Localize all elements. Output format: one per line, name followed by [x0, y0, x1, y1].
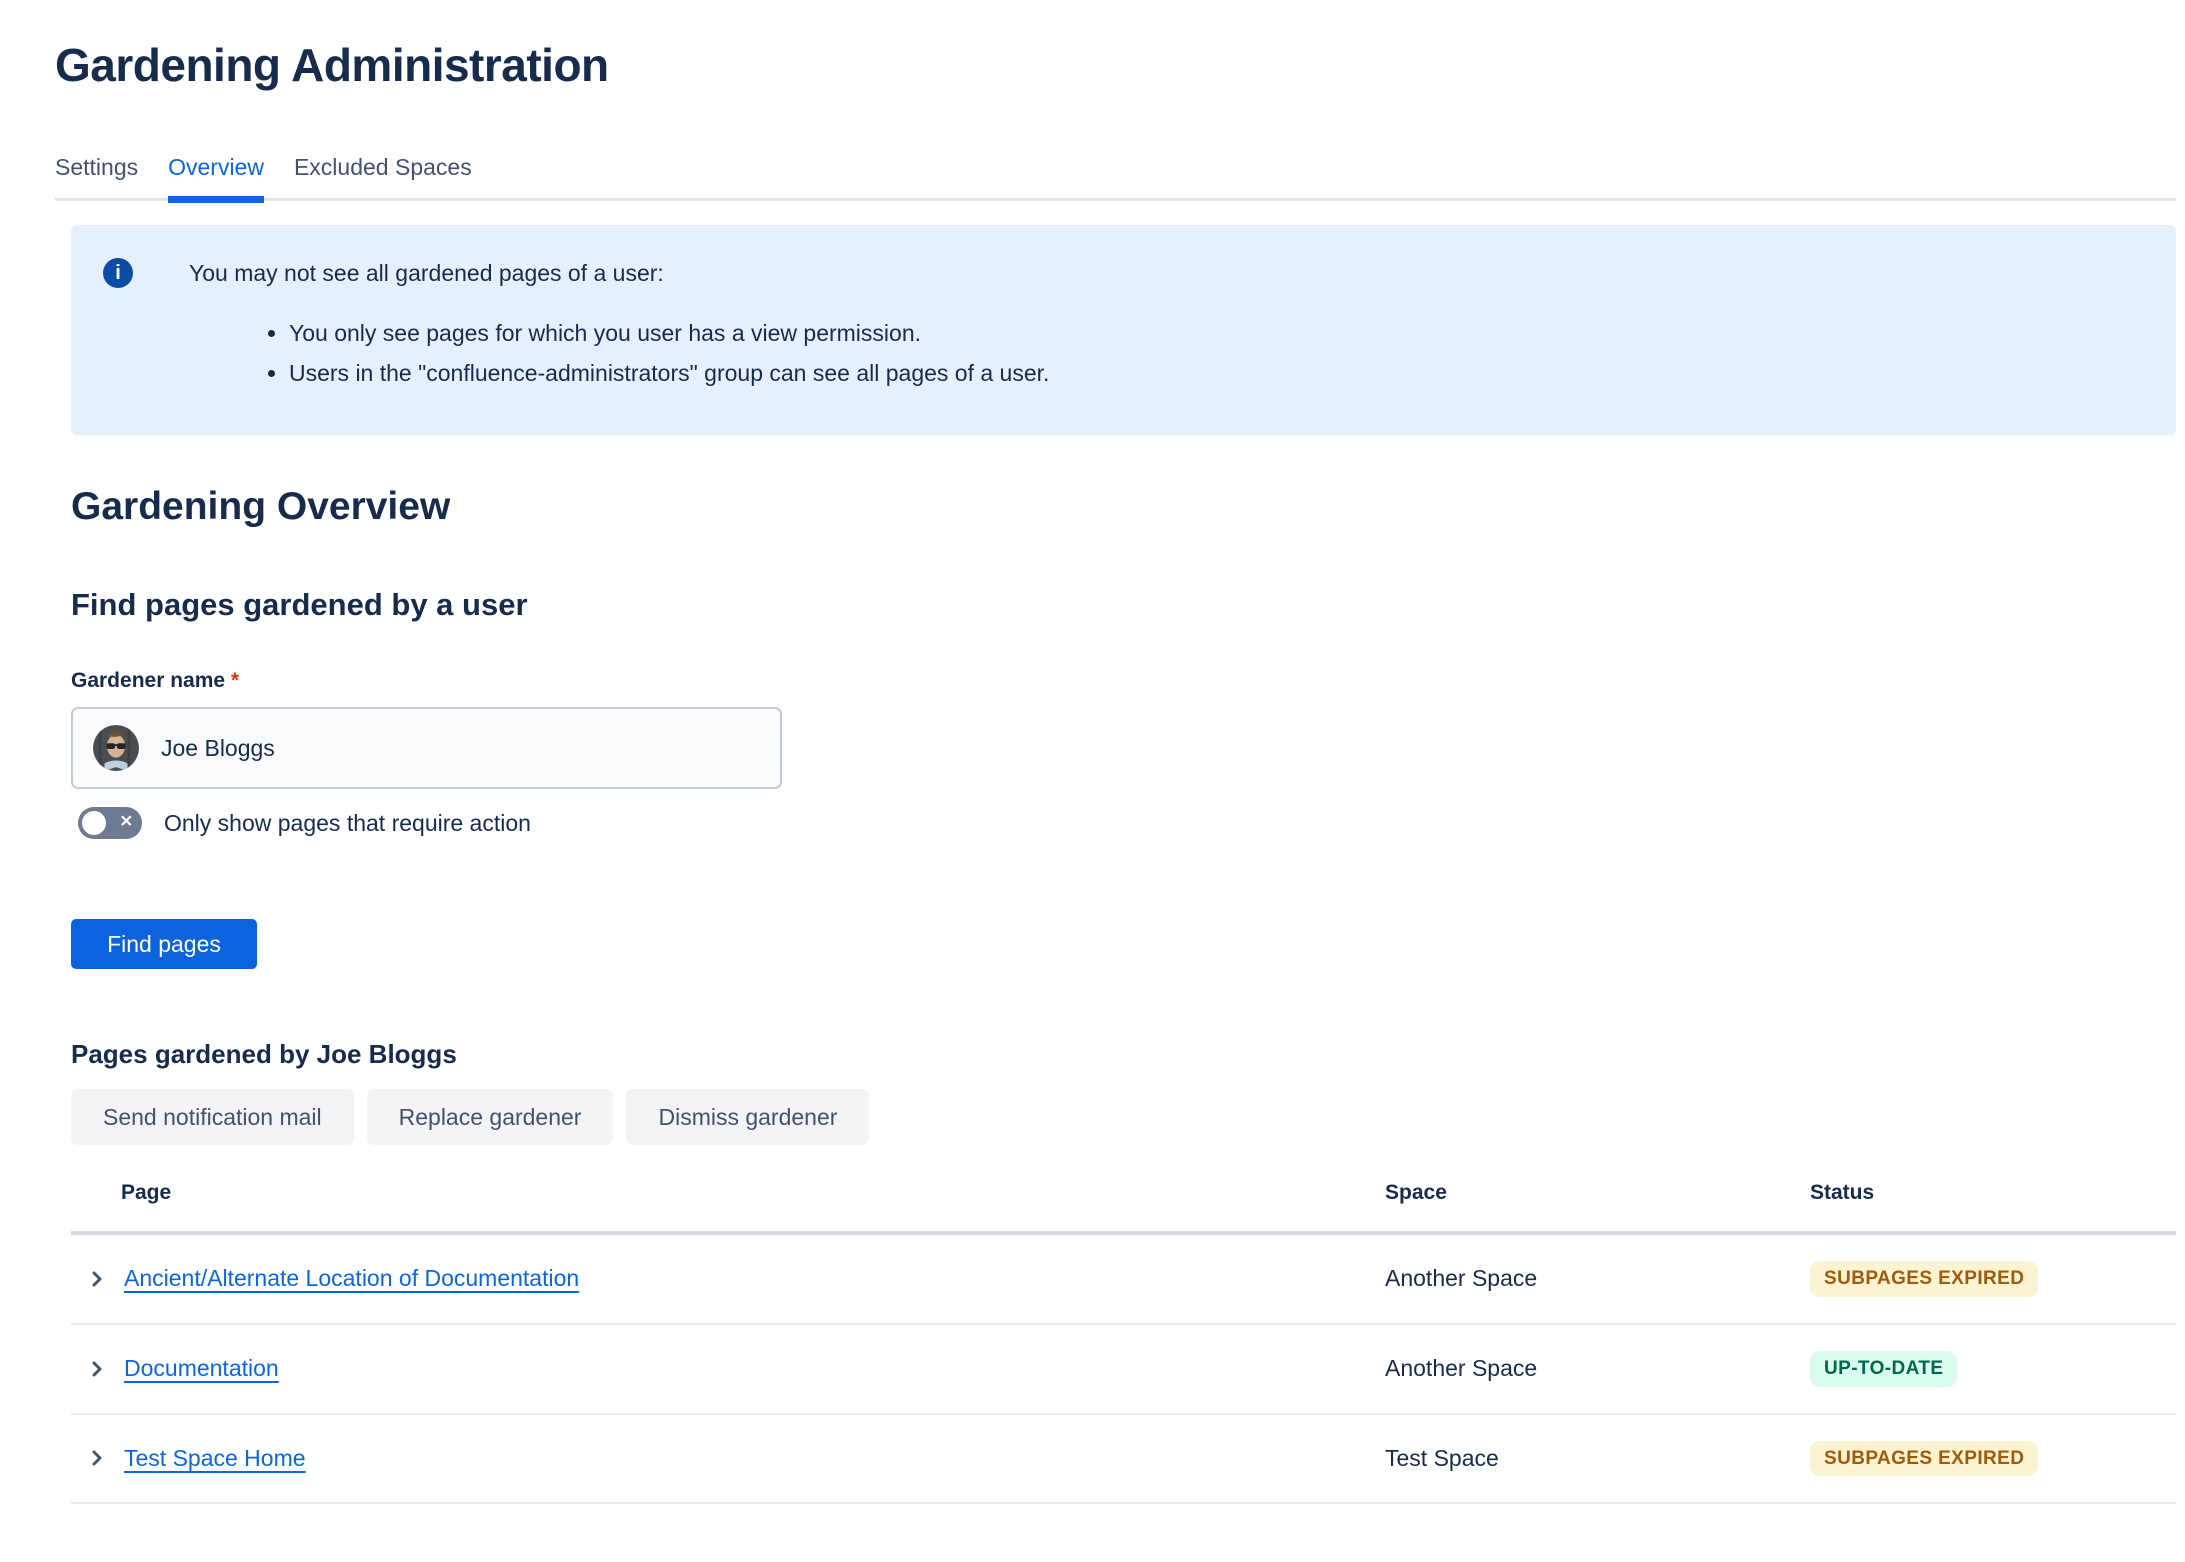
- info-banner-text: You may not see all gardened pages of a …: [189, 258, 1049, 405]
- gardener-name-label: Gardener name *: [71, 669, 2185, 693]
- table-row: Documentation Another Space UP-TO-DATE: [71, 1324, 2176, 1414]
- dismiss-gardener-button[interactable]: Dismiss gardener: [626, 1089, 869, 1145]
- info-icon: i: [103, 258, 133, 288]
- page-link[interactable]: Ancient/Alternate Location of Documentat…: [124, 1265, 579, 1292]
- required-asterisk: *: [231, 669, 239, 692]
- page-link[interactable]: Documentation: [124, 1355, 279, 1382]
- results-actions: Send notification mail Replace gardener …: [71, 1089, 2185, 1145]
- table-row: Test Space Home Test Space SUBPAGES EXPI…: [71, 1414, 2176, 1504]
- find-pages-button[interactable]: Find pages: [71, 919, 257, 969]
- toggle-row: ✕ Only show pages that require action: [78, 807, 2185, 839]
- results-heading: Pages gardened by Joe Bloggs: [71, 1039, 2185, 1070]
- gardener-name-label-text: Gardener name: [71, 669, 225, 692]
- column-header-space: Space: [1385, 1175, 1810, 1233]
- tab-excluded-spaces[interactable]: Excluded Spaces: [294, 154, 472, 198]
- info-banner-intro: You may not see all gardened pages of a …: [189, 258, 1049, 288]
- info-banner-bullets: You only see pages for which you user ha…: [189, 313, 1049, 393]
- expand-chevron-icon[interactable]: [86, 1358, 108, 1380]
- info-banner-bullet: You only see pages for which you user ha…: [289, 313, 1049, 353]
- space-cell: Another Space: [1385, 1324, 1810, 1414]
- expand-chevron-icon[interactable]: [86, 1447, 108, 1469]
- toggle-label: Only show pages that require action: [164, 810, 531, 837]
- toggle-knob: [82, 811, 106, 835]
- page-title: Gardening Administration: [55, 38, 2185, 92]
- column-header-page: Page: [71, 1175, 1385, 1233]
- tab-overview[interactable]: Overview: [168, 154, 264, 198]
- results-table: Page Space Status Ancient/Alternate Loca…: [71, 1175, 2176, 1504]
- info-banner: i You may not see all gardened pages of …: [71, 225, 2176, 435]
- table-row: Ancient/Alternate Location of Documentat…: [71, 1233, 2176, 1324]
- overview-heading: Gardening Overview: [71, 485, 2185, 529]
- toggle-off-icon: ✕: [120, 815, 133, 831]
- space-cell: Another Space: [1385, 1233, 1810, 1324]
- page-link[interactable]: Test Space Home: [124, 1445, 306, 1472]
- status-badge: SUBPAGES EXPIRED: [1810, 1441, 2038, 1477]
- space-cell: Test Space: [1385, 1414, 1810, 1504]
- gardener-name-value: Joe Bloggs: [161, 735, 275, 762]
- require-action-toggle[interactable]: ✕: [78, 807, 142, 839]
- send-notification-mail-button[interactable]: Send notification mail: [71, 1089, 354, 1145]
- find-pages-heading: Find pages gardened by a user: [71, 587, 2185, 623]
- info-banner-bullet: Users in the "confluence-administrators"…: [289, 353, 1049, 393]
- status-badge: UP-TO-DATE: [1810, 1351, 1957, 1387]
- column-header-status: Status: [1810, 1175, 2176, 1233]
- tab-settings[interactable]: Settings: [55, 154, 138, 198]
- user-avatar: [93, 725, 139, 771]
- gardener-name-input[interactable]: Joe Bloggs: [71, 707, 782, 789]
- expand-chevron-icon[interactable]: [86, 1268, 108, 1290]
- tab-bar: Settings Overview Excluded Spaces: [55, 154, 2176, 201]
- replace-gardener-button[interactable]: Replace gardener: [367, 1089, 614, 1145]
- table-header-row: Page Space Status: [71, 1175, 2176, 1233]
- status-badge: SUBPAGES EXPIRED: [1810, 1261, 2038, 1297]
